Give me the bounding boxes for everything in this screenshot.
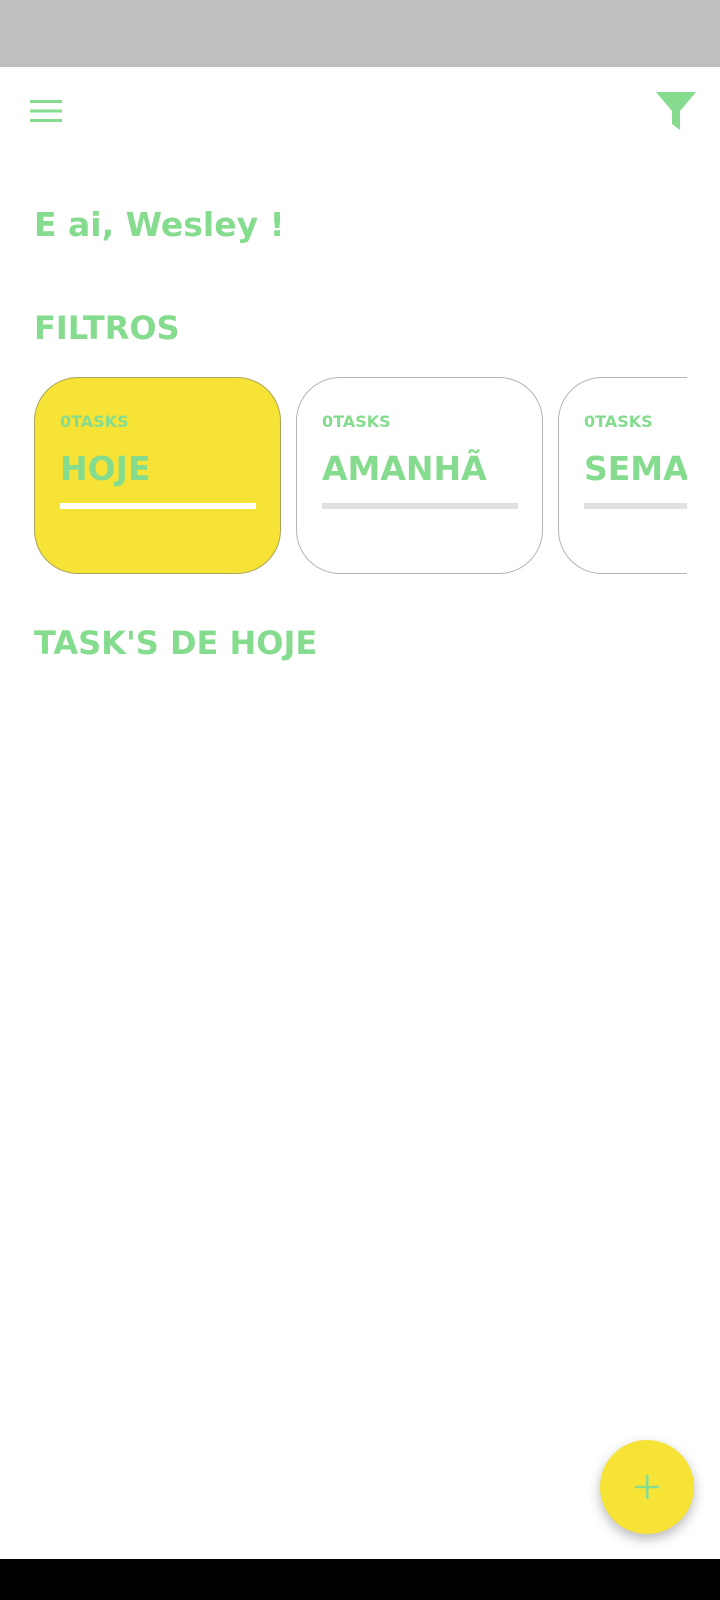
filter-card-count: 0TASKS <box>322 412 391 431</box>
hamburger-menu-icon <box>30 100 62 122</box>
tasks-section-title: TASK'S DE HOJE <box>34 624 318 662</box>
status-bar <box>0 0 720 67</box>
filter-card-hoje[interactable]: 0TASKS HOJE <box>34 377 281 574</box>
system-navigation-bar <box>0 1559 720 1600</box>
filter-card-count: 0TASKS <box>60 412 129 431</box>
greeting: E ai, Wesley ! <box>34 205 285 244</box>
filter-card-progress-bar <box>60 503 256 509</box>
filter-card-amanha[interactable]: 0TASKS AMANHÃ <box>296 377 543 574</box>
filters-title: FILTROS <box>34 309 180 347</box>
filter-card-label: HOJE <box>60 449 151 488</box>
filter-card-semana[interactable]: 0TASKS SEMA <box>558 377 687 574</box>
filter-card-count: 0TASKS <box>584 412 653 431</box>
filter-card-label: SEMA <box>584 449 687 488</box>
funnel-filter-icon <box>656 92 696 130</box>
plus-icon <box>635 1475 659 1499</box>
filter-card-progress-bar <box>584 503 687 509</box>
filter-card-progress-bar <box>322 503 518 509</box>
add-task-button[interactable] <box>600 1440 694 1534</box>
filter-card-label: AMANHÃ <box>322 449 487 488</box>
filter-list[interactable]: 0TASKS HOJE 0TASKS AMANHÃ 0TASKS SEMA <box>34 377 687 577</box>
filter-button[interactable] <box>652 87 700 135</box>
menu-button[interactable] <box>24 93 68 129</box>
app-bar <box>0 67 720 157</box>
